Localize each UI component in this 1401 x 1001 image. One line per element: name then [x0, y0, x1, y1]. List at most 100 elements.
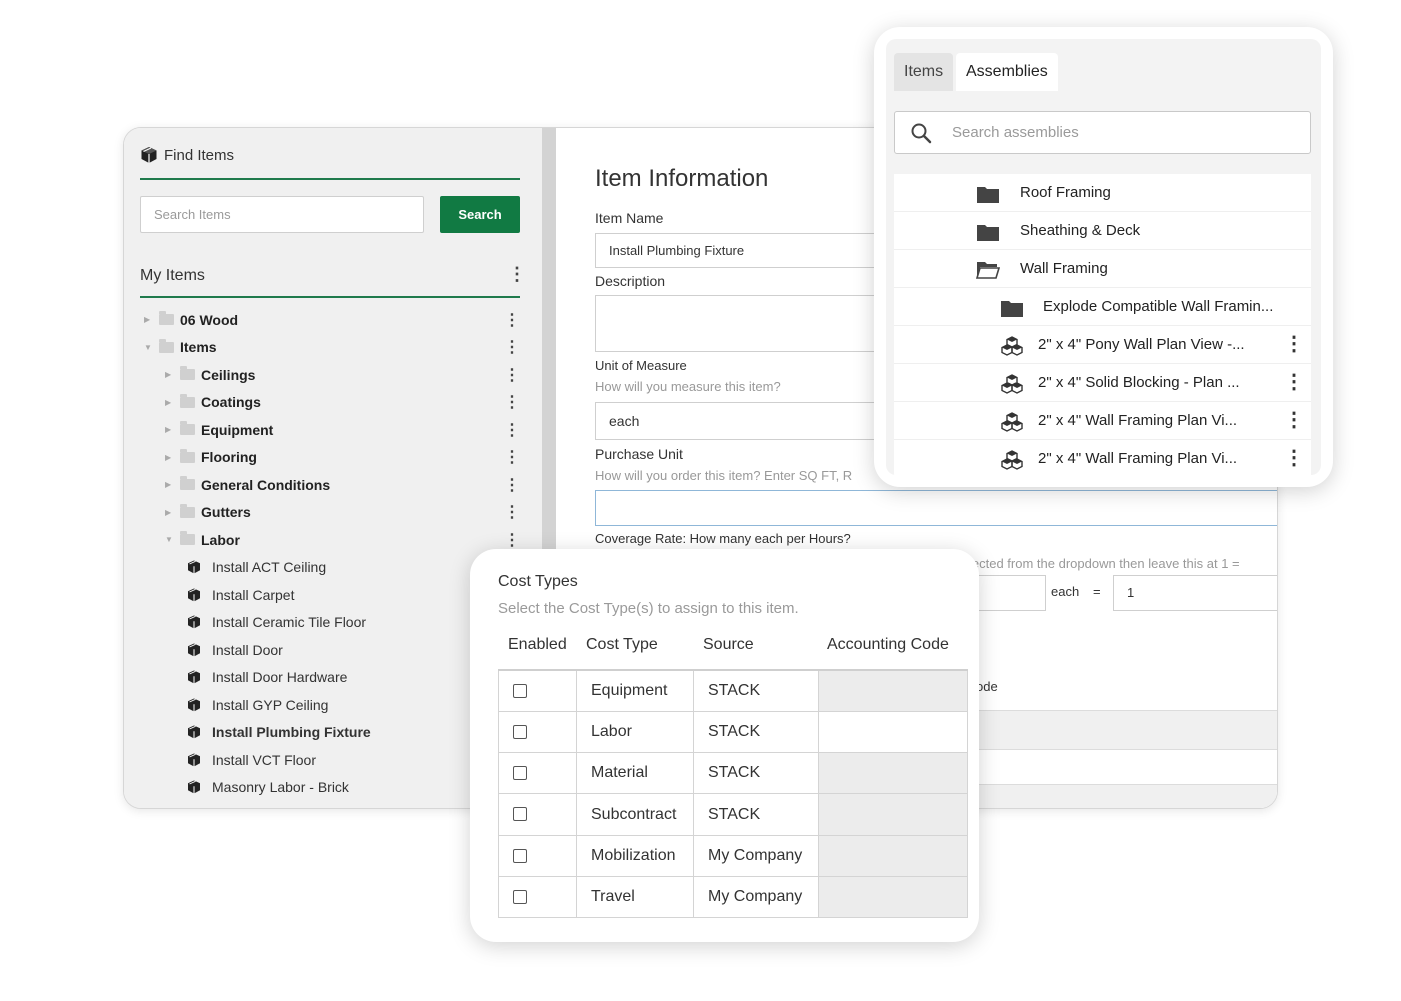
enabled-checkbox[interactable]: [513, 683, 527, 698]
more-options-icon[interactable]: ⋮: [504, 310, 520, 330]
table-row: Equipment STACK: [498, 669, 968, 712]
chevron-down-icon[interactable]: ▼: [144, 343, 154, 352]
tree-folder[interactable]: ▶ 06 Wood ⋮: [124, 306, 542, 334]
assemblies-search-input[interactable]: [950, 112, 1300, 153]
chevron-right-icon[interactable]: ▶: [144, 315, 154, 324]
coverage-rate-label: Coverage Rate: How many each per Hours?: [595, 531, 851, 546]
unit-of-measure-label: Unit of Measure: [595, 358, 687, 373]
more-options-icon[interactable]: ⋮: [504, 365, 520, 385]
tab-assemblies[interactable]: Assemblies: [956, 53, 1058, 91]
chevron-down-icon[interactable]: ▼: [165, 535, 175, 544]
tree-folder[interactable]: ▶ Ceilings ⋮: [124, 361, 542, 389]
assembly-row[interactable]: Roof Framing: [894, 174, 1311, 212]
assembly-label: 2" x 4" Solid Blocking - Plan ...: [1038, 374, 1240, 391]
chevron-right-icon[interactable]: ▶: [165, 453, 175, 462]
accounting-code-cell[interactable]: [818, 669, 968, 712]
accounting-code-cell[interactable]: [818, 752, 968, 795]
assembly-row[interactable]: 2" x 4" Wall Framing Plan Vi... ⋮: [894, 402, 1311, 440]
enabled-checkbox[interactable]: [513, 848, 527, 863]
item-information-title: Item Information: [595, 165, 769, 192]
chevron-right-icon[interactable]: ▶: [165, 425, 175, 434]
accounting-code-cell[interactable]: [818, 875, 968, 919]
assemblies-search-box[interactable]: [894, 111, 1311, 154]
more-options-icon[interactable]: ⋮: [504, 475, 520, 495]
chevron-right-icon[interactable]: ▶: [165, 480, 175, 489]
tree-folder-label: Gutters: [201, 504, 251, 521]
tree-folder[interactable]: ▼ Labor ⋮: [124, 526, 542, 554]
assembly-label: Roof Framing: [1020, 184, 1111, 201]
assemblies-panel: Items Assemblies Roof Framing Sheathing &…: [886, 39, 1321, 475]
tree-folder[interactable]: ▶ Coatings ⋮: [124, 389, 542, 417]
box-icon: [188, 698, 200, 712]
assembly-row[interactable]: Wall Framing: [894, 250, 1311, 288]
more-options-icon[interactable]: ⋮: [504, 530, 520, 550]
tree-item-label: Install ACT Ceiling: [212, 559, 327, 576]
more-options-icon[interactable]: ⋮: [504, 392, 520, 412]
assembly-row[interactable]: 2" x 4" Wall Framing Plan Vi... ⋮: [894, 440, 1311, 475]
box-icon: [188, 753, 200, 767]
unit-of-measure-field[interactable]: each: [595, 402, 895, 440]
tree-folder-label: Ceilings: [201, 366, 256, 383]
search-button[interactable]: Search: [440, 196, 520, 233]
more-options-icon[interactable]: ⋮: [504, 337, 520, 357]
source-cell: STACK: [693, 752, 819, 795]
header-accounting-code: Accounting Code: [827, 636, 949, 653]
coverage-quantity-field[interactable]: [976, 575, 1046, 611]
tree-folder[interactable]: ▶ Equipment ⋮: [124, 416, 542, 444]
folder-open-icon: [159, 338, 174, 353]
assembly-row[interactable]: Sheathing & Deck: [894, 212, 1311, 250]
more-options-icon[interactable]: ⋮: [504, 502, 520, 522]
enabled-checkbox[interactable]: [513, 889, 527, 904]
tree-folder[interactable]: ▶ Gutters ⋮: [124, 499, 542, 527]
my-items-menu-icon[interactable]: ⋮: [508, 264, 526, 285]
chevron-right-icon[interactable]: ▶: [165, 370, 175, 379]
assembly-row[interactable]: 2" x 4" Solid Blocking - Plan ... ⋮: [894, 364, 1311, 402]
cost-type-cell: Equipment: [576, 669, 694, 712]
accounting-code-cell[interactable]: [818, 710, 968, 754]
description-field[interactable]: [595, 295, 895, 352]
tree-folder[interactable]: ▼ Items ⋮: [124, 334, 542, 362]
source-cell: My Company: [693, 834, 819, 877]
chevron-right-icon[interactable]: ▶: [165, 398, 175, 407]
more-options-icon[interactable]: ⋮: [1284, 332, 1304, 356]
assembly-icon: [1000, 336, 1024, 362]
header-enabled: Enabled: [508, 636, 567, 653]
header-divider: [140, 178, 520, 180]
tree-item-label: Install Door: [212, 641, 283, 658]
assembly-row[interactable]: 2" x 4" Pony Wall Plan View -... ⋮: [894, 326, 1311, 364]
tree-item-label: Install GYP Ceiling: [212, 696, 329, 713]
more-options-icon[interactable]: ⋮: [1284, 408, 1304, 432]
find-items-title: Find Items: [164, 146, 235, 164]
enabled-cell: [498, 875, 577, 919]
tree-folder-label: Coatings: [201, 394, 261, 411]
search-items-input[interactable]: [140, 196, 424, 233]
accounting-code-cell[interactable]: [818, 793, 968, 836]
purchase-unit-field[interactable]: [595, 490, 1277, 526]
folder-open-icon: [975, 260, 1001, 284]
item-name-field[interactable]: Install Plumbing Fixture: [595, 233, 895, 268]
enabled-checkbox[interactable]: [513, 766, 527, 780]
enabled-checkbox[interactable]: [513, 724, 527, 739]
cost-types-table: Equipment STACK Labor STACK Material STACK Sub…: [498, 669, 968, 919]
more-options-icon[interactable]: ⋮: [504, 420, 520, 440]
unit-of-measure-hint: How will you measure this item?: [595, 379, 781, 394]
coverage-equals: =: [1093, 584, 1101, 599]
tree-folder[interactable]: ▶ Flooring ⋮: [124, 444, 542, 472]
assemblies-popup: Items Assemblies Roof Framing Sheathing &…: [874, 27, 1333, 487]
more-options-icon[interactable]: ⋮: [504, 447, 520, 467]
box-icon: [188, 560, 200, 574]
cost-types-subtitle: Select the Cost Type(s) to assign to thi…: [498, 600, 799, 617]
box-icon: [188, 643, 200, 657]
tree-folder[interactable]: ▶ General Conditions ⋮: [124, 471, 542, 499]
tab-items[interactable]: Items: [894, 53, 954, 91]
tree-item-label: Install VCT Floor: [212, 751, 316, 768]
accounting-code-cell[interactable]: [818, 834, 968, 877]
more-options-icon[interactable]: ⋮: [1284, 446, 1304, 470]
box-icon: [188, 670, 200, 684]
chevron-right-icon[interactable]: ▶: [165, 508, 175, 517]
table-row: Labor STACK: [498, 710, 968, 754]
assembly-row[interactable]: Explode Compatible Wall Framin...: [894, 288, 1311, 326]
enabled-checkbox[interactable]: [513, 807, 527, 822]
more-options-icon[interactable]: ⋮: [1284, 370, 1304, 394]
coverage-rate-field[interactable]: 1: [1113, 575, 1277, 611]
